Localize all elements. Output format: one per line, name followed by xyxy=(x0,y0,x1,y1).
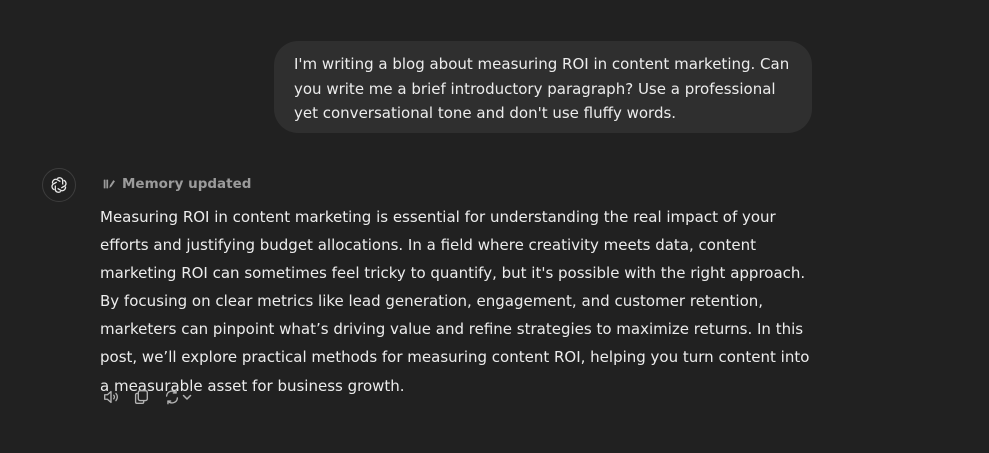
memory-updated-label: Memory updated xyxy=(122,176,252,192)
copy-button[interactable] xyxy=(130,386,152,408)
regenerate-button[interactable] xyxy=(160,386,196,408)
message-action-bar xyxy=(100,386,196,408)
openai-logo-icon xyxy=(49,175,69,195)
copy-icon xyxy=(132,388,150,406)
speaker-icon xyxy=(102,388,120,406)
chevron-down-icon xyxy=(181,391,193,403)
memory-updated-indicator[interactable]: Memory updated xyxy=(101,174,251,194)
user-message-text: I'm writing a blog about measuring ROI i… xyxy=(294,55,790,122)
user-message-bubble: I'm writing a blog about measuring ROI i… xyxy=(274,41,812,133)
assistant-response-text: Measuring ROI in content marketing is es… xyxy=(100,208,810,395)
assistant-avatar xyxy=(42,168,76,202)
read-aloud-button[interactable] xyxy=(100,386,122,408)
refresh-icon xyxy=(163,388,181,406)
memory-edit-icon xyxy=(101,176,117,192)
chat-page: I'm writing a blog about measuring ROI i… xyxy=(0,0,989,453)
